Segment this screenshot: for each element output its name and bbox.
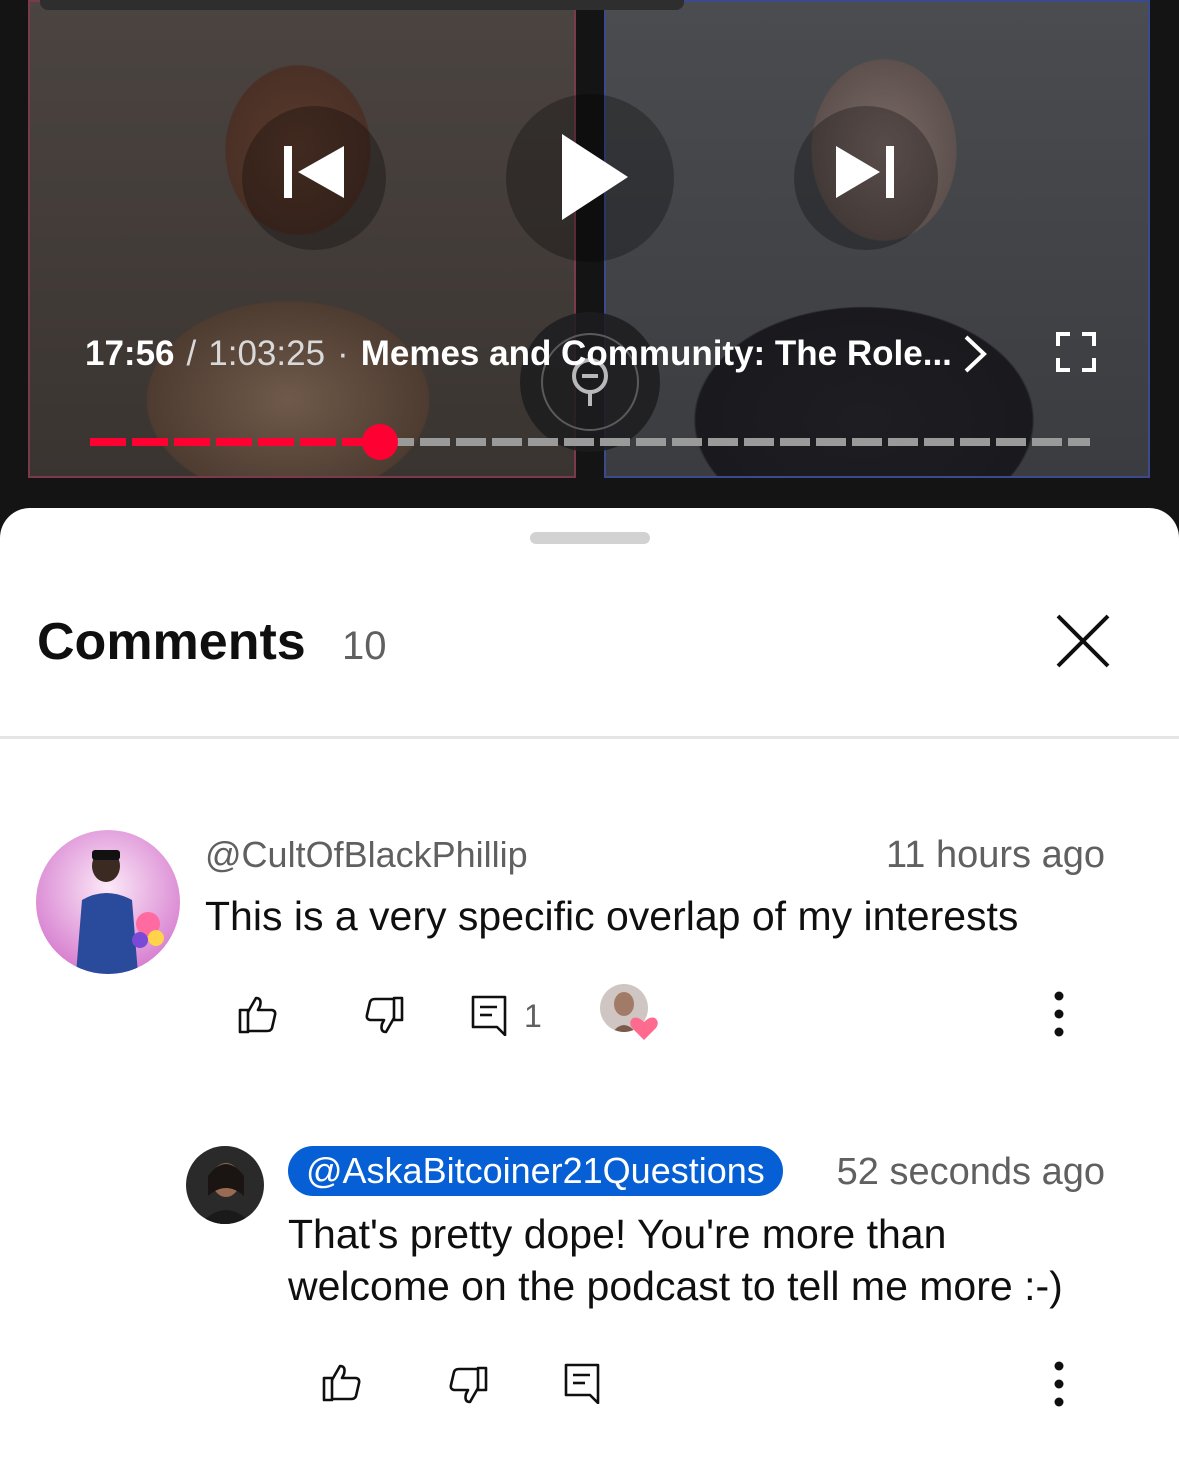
- progress-segment: [996, 438, 1026, 446]
- scrubber-handle[interactable]: [362, 424, 398, 460]
- progress-segment: [1068, 438, 1090, 446]
- comment-time: 11 hours ago: [885, 834, 1105, 876]
- chevron-right-icon[interactable]: [958, 334, 990, 374]
- podcast-logo-icon: [520, 312, 660, 452]
- progress-segment: [816, 438, 846, 446]
- thumbs-up-icon[interactable]: [238, 994, 278, 1034]
- close-icon[interactable]: [1050, 608, 1116, 674]
- progress-segment: [636, 438, 666, 446]
- total-time: 1:03:25: [208, 334, 326, 373]
- comments-count: 10: [342, 624, 387, 668]
- chapter-dot: ·: [337, 334, 349, 373]
- time-separator: /: [186, 334, 197, 373]
- progress-segment: [456, 438, 486, 446]
- reply-icon[interactable]: [563, 1362, 601, 1404]
- progress-segment: [420, 438, 450, 446]
- progress-segment: [924, 438, 954, 446]
- progress-segment: [852, 438, 882, 446]
- progress-segment: [492, 438, 522, 446]
- progress-segment: [744, 438, 774, 446]
- comment-author[interactable]: @CultOfBlackPhillip: [205, 834, 528, 876]
- progress-segment: [960, 438, 990, 446]
- skip-next-icon[interactable]: [836, 146, 896, 198]
- reply-author-badge[interactable]: @AskaBitcoiner21Questions: [288, 1146, 783, 1196]
- progress-segment: [132, 438, 168, 446]
- avatar[interactable]: [186, 1146, 264, 1224]
- play-icon[interactable]: [562, 134, 628, 220]
- avatar[interactable]: [36, 830, 180, 974]
- progress-segment: [780, 438, 810, 446]
- reply-count[interactable]: 1: [524, 998, 542, 1035]
- time-and-chapter[interactable]: 17:56 / 1:03:25 · Memes and Community: T…: [85, 334, 952, 374]
- progress-segment: [528, 438, 558, 446]
- thumbs-up-icon[interactable]: [322, 1362, 362, 1402]
- thumbs-down-icon[interactable]: [364, 996, 404, 1036]
- skip-previous-icon[interactable]: [284, 146, 346, 198]
- drag-handle[interactable]: [530, 532, 650, 544]
- reply-text: That's pretty dope! You're more than wel…: [288, 1211, 1063, 1309]
- more-vert-icon[interactable]: [1052, 990, 1066, 1038]
- video-top-overlay: [40, 0, 684, 10]
- chapter-title[interactable]: Memes and Community: The Role...: [361, 334, 952, 374]
- progress-segment: [174, 438, 210, 446]
- progress-segment: [600, 438, 630, 446]
- progress-segment: [258, 438, 294, 446]
- progress-segment: [90, 438, 126, 446]
- reply-time: 52 seconds ago: [836, 1151, 1105, 1193]
- progress-segment: [216, 438, 252, 446]
- more-vert-icon[interactable]: [1052, 1360, 1066, 1408]
- header-divider: [0, 736, 1179, 739]
- progress-segment: [708, 438, 738, 446]
- progress-segment: [888, 438, 918, 446]
- current-time: 17:56: [85, 334, 175, 373]
- comment-text: This is a very specific overlap of my in…: [205, 893, 1019, 939]
- thumbs-down-icon[interactable]: [448, 1366, 488, 1406]
- comments-sheet: Comments 10 @CultOfBlackPhillip 11 hours…: [0, 508, 1179, 1484]
- progress-segment: [300, 438, 336, 446]
- progress-bar[interactable]: [90, 424, 1090, 460]
- comments-title: Comments: [37, 613, 306, 671]
- progress-segment: [672, 438, 702, 446]
- progress-segment: [564, 438, 594, 446]
- video-player[interactable]: 17:56 / 1:03:25 · Memes and Community: T…: [0, 0, 1179, 540]
- user-avatar-image: [36, 830, 180, 974]
- progress-segment: [1032, 438, 1062, 446]
- fullscreen-icon[interactable]: [1056, 332, 1096, 372]
- creator-avatar-image: [186, 1146, 264, 1224]
- creator-heart-icon: [600, 984, 658, 1040]
- reply-icon[interactable]: [470, 994, 508, 1036]
